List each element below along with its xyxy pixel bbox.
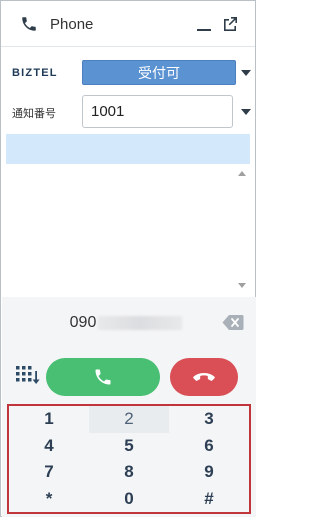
status-button[interactable]: 受付可 <box>82 60 236 85</box>
key-hash[interactable]: # <box>169 486 249 513</box>
dialed-number-prefix: 090 <box>69 314 97 331</box>
scroll-up-arrow-icon[interactable] <box>238 171 246 176</box>
minimize-icon[interactable] <box>196 15 212 33</box>
call-button[interactable] <box>46 358 160 396</box>
key-5[interactable]: 5 <box>89 433 169 460</box>
hangup-button[interactable] <box>170 358 238 396</box>
window-title: Phone <box>50 16 94 33</box>
info-bar <box>6 134 250 164</box>
popout-icon[interactable] <box>221 15 239 33</box>
key-star[interactable]: * <box>9 486 89 513</box>
caller-id-select[interactable]: 1001 <box>82 95 233 128</box>
key-0[interactable]: 0 <box>89 486 169 513</box>
key-1[interactable]: 1 <box>9 406 89 433</box>
key-6[interactable]: 6 <box>169 433 249 460</box>
key-8[interactable]: 8 <box>89 459 169 486</box>
hangup-icon <box>193 373 215 381</box>
key-4[interactable]: 4 <box>9 433 89 460</box>
caller-id-dropdown-chevron-icon[interactable] <box>241 109 251 115</box>
status-dropdown-chevron-icon[interactable] <box>241 70 251 76</box>
phone-icon <box>22 17 36 31</box>
backspace-icon[interactable] <box>222 314 244 331</box>
key-3[interactable]: 3 <box>169 406 249 433</box>
dialpad-icon[interactable] <box>15 365 41 387</box>
redacted-number <box>98 316 183 330</box>
biztel-logo: BIZTEL <box>12 67 58 79</box>
scroll-down-arrow-icon[interactable] <box>238 283 246 288</box>
dialed-number-display[interactable]: 090 <box>41 311 211 335</box>
caller-id-label: 通知番号 <box>12 108 56 120</box>
phone-panel: Phone BIZTEL 受付可 通知番号 1001 090 1 2 3 4 5… <box>0 0 256 517</box>
key-9[interactable]: 9 <box>169 459 249 486</box>
log-area <box>6 164 250 295</box>
keypad: 1 2 3 4 5 6 7 8 9 * 0 # <box>7 404 251 514</box>
scrollbar[interactable] <box>235 166 250 294</box>
key-2[interactable]: 2 <box>89 406 169 433</box>
title-bar: Phone <box>1 1 255 47</box>
key-7[interactable]: 7 <box>9 459 89 486</box>
phone-icon <box>95 369 111 385</box>
